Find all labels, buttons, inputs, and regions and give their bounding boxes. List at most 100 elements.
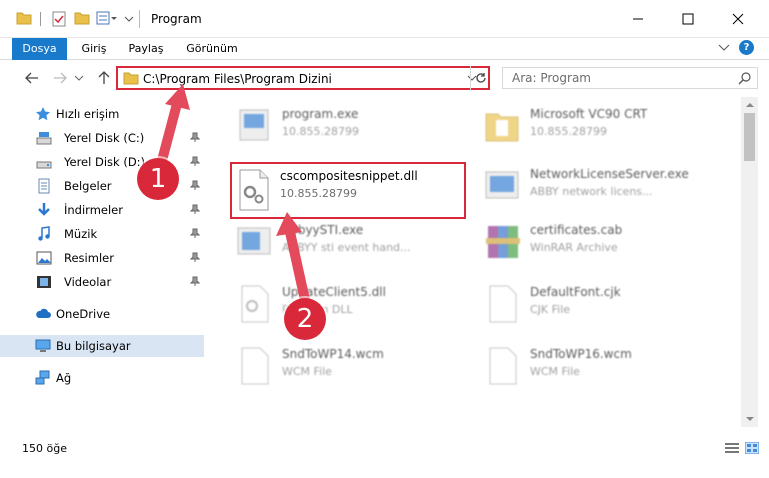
minimize-icon bbox=[633, 18, 643, 20]
tab-home[interactable]: Giriş bbox=[74, 38, 114, 60]
item-count: 150 öğe bbox=[22, 442, 67, 455]
ribbon-tabs: Dosya Giriş Paylaş Görünüm bbox=[0, 38, 769, 60]
file-name: SndToWP14.wcm bbox=[282, 347, 384, 361]
minimize-button[interactable] bbox=[615, 0, 661, 38]
tab-file[interactable]: Dosya bbox=[12, 38, 67, 60]
back-button[interactable] bbox=[22, 68, 42, 88]
sidebar-item-label: Bu bilgisayar bbox=[56, 339, 131, 353]
file-name: certificates.cab bbox=[530, 223, 623, 237]
tab-view[interactable]: Görünüm bbox=[182, 38, 242, 60]
recent-locations-button[interactable] bbox=[72, 68, 86, 88]
pin-icon[interactable] bbox=[189, 156, 201, 169]
sidebar-item-label: Videolar bbox=[64, 275, 112, 289]
sidebar-item-quick-access[interactable]: Hızlı erişim bbox=[0, 103, 204, 125]
file-item[interactable]: NetworkLicenseServer.exe ABBY network li… bbox=[478, 159, 714, 213]
drive-icon bbox=[36, 130, 52, 146]
downloads-icon bbox=[36, 202, 52, 218]
exe-icon bbox=[482, 164, 522, 208]
sidebar-item-videos[interactable]: Videolar bbox=[0, 271, 204, 293]
folder-icon[interactable] bbox=[16, 11, 32, 28]
sidebar-item-music[interactable]: Müzik bbox=[0, 223, 204, 245]
sidebar-item-label: Müzik bbox=[64, 227, 98, 241]
pin-icon[interactable] bbox=[189, 204, 201, 217]
file-item[interactable]: program.exe 10.855.28799 bbox=[230, 99, 466, 153]
highlighted-file-item[interactable]: cscompositesnippet.dll 10.855.28799 bbox=[230, 162, 466, 219]
star-icon bbox=[35, 106, 51, 122]
file-item[interactable]: SndToWP16.wcm WCM File bbox=[478, 339, 714, 393]
search-box[interactable]: Ara: Program bbox=[502, 67, 758, 89]
file-name: cscompositesnippet.dll bbox=[280, 169, 418, 183]
scroll-up-button[interactable] bbox=[741, 97, 758, 113]
status-bar: 150 öğe bbox=[0, 438, 769, 478]
scroll-down-button[interactable] bbox=[741, 411, 758, 427]
file-item[interactable]: SndToWP14.wcm WCM File bbox=[230, 339, 466, 393]
maximize-button[interactable] bbox=[665, 0, 711, 38]
file-item[interactable]: AbbyySTI.exe ABBYY sti event hand... bbox=[230, 215, 466, 269]
scrollbar-thumb[interactable] bbox=[744, 113, 755, 161]
file-item[interactable]: DefaultFont.cjk CJK File bbox=[478, 277, 714, 331]
refresh-icon bbox=[475, 73, 486, 83]
exe-icon bbox=[234, 104, 274, 148]
chevron-down-icon[interactable] bbox=[124, 11, 134, 28]
pin-icon[interactable] bbox=[189, 180, 201, 193]
pin-icon[interactable] bbox=[189, 276, 201, 289]
sidebar-item-local-disk-c[interactable]: Yerel Disk (C:) bbox=[0, 127, 204, 149]
chevron-down-icon bbox=[74, 75, 84, 81]
new-folder-icon[interactable] bbox=[74, 11, 90, 28]
pin-icon[interactable] bbox=[189, 252, 201, 265]
pin-icon[interactable] bbox=[189, 132, 201, 145]
archive-icon bbox=[482, 220, 522, 264]
file-name: UpdateClient5.dll bbox=[282, 285, 386, 299]
file-description: ABBYY sti event hand... bbox=[282, 241, 411, 254]
folder-icon bbox=[123, 71, 139, 88]
documents-icon bbox=[36, 178, 52, 194]
navigation-pane: Hızlı erişim Yerel Disk (C:) Yerel Disk … bbox=[0, 97, 208, 438]
address-path[interactable]: C:\Program Files\Program Dizini bbox=[143, 72, 332, 86]
sidebar-item-label: Belgeler bbox=[64, 179, 112, 193]
computer-icon bbox=[35, 338, 51, 354]
sidebar-item-downloads[interactable]: İndirmeler bbox=[0, 199, 204, 221]
file-name: Microsoft VC90 CRT bbox=[530, 107, 648, 121]
file-type: CJK File bbox=[530, 303, 571, 316]
maximize-icon bbox=[682, 13, 694, 25]
file-type: WCM File bbox=[530, 365, 580, 378]
help-icon[interactable]: ? bbox=[739, 40, 754, 55]
window-title: Program bbox=[151, 12, 202, 26]
exe-icon bbox=[234, 220, 274, 264]
folder-icon bbox=[482, 104, 522, 148]
sidebar-item-onedrive[interactable]: OneDrive bbox=[0, 303, 204, 325]
file-item[interactable]: Microsoft VC90 CRT 10.855.28799 bbox=[478, 99, 714, 153]
details-view-icon[interactable] bbox=[725, 442, 739, 454]
sidebar-item-label: Ağ bbox=[56, 371, 72, 385]
search-icon[interactable] bbox=[738, 72, 751, 88]
up-button[interactable] bbox=[94, 68, 114, 88]
refresh-button[interactable] bbox=[470, 66, 490, 90]
sidebar-item-label: Yerel Disk (C:) bbox=[64, 131, 145, 145]
customize-icon[interactable] bbox=[96, 11, 118, 28]
file-name: SndToWP16.wcm bbox=[530, 347, 632, 361]
tiles-view-icon[interactable] bbox=[744, 441, 760, 455]
divider bbox=[40, 12, 42, 29]
sidebar-item-label: Hızlı erişim bbox=[56, 107, 120, 121]
file-version: 10.855.28799 bbox=[282, 125, 359, 138]
dll-icon bbox=[234, 282, 274, 326]
properties-icon[interactable] bbox=[52, 11, 66, 30]
address-bar[interactable]: C:\Program Files\Program Dizini bbox=[116, 66, 490, 90]
back-arrow-icon bbox=[25, 72, 38, 84]
file-item[interactable]: UpdateClient5.dll Program DLL bbox=[230, 277, 466, 331]
close-icon bbox=[732, 13, 744, 25]
ribbon-expand-icon[interactable] bbox=[718, 43, 730, 56]
search-input[interactable]: Ara: Program bbox=[512, 71, 591, 85]
file-item[interactable]: certificates.cab WinRAR Archive bbox=[478, 215, 714, 269]
close-button[interactable] bbox=[715, 0, 761, 38]
forward-button[interactable] bbox=[50, 68, 70, 88]
sidebar-item-network[interactable]: Ağ bbox=[0, 367, 204, 389]
sidebar-item-label: Yerel Disk (D:) bbox=[64, 155, 146, 169]
file-type: WinRAR Archive bbox=[530, 241, 618, 254]
file-name: program.exe bbox=[282, 107, 359, 121]
sidebar-item-pictures[interactable]: Resimler bbox=[0, 247, 204, 269]
sidebar-item-this-pc[interactable]: Bu bilgisayar bbox=[0, 335, 204, 357]
file-name: DefaultFont.cjk bbox=[530, 285, 621, 299]
pin-icon[interactable] bbox=[189, 228, 201, 241]
tab-share[interactable]: Paylaş bbox=[124, 38, 168, 60]
